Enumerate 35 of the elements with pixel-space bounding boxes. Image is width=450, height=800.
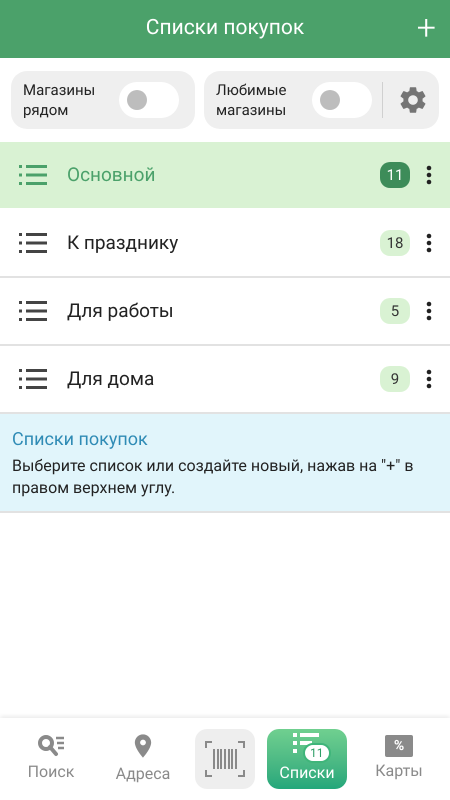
- toggle-switch[interactable]: [312, 82, 372, 118]
- list-name: К празднику: [67, 230, 180, 256]
- list-name: Для дома: [67, 366, 156, 392]
- nav-tab[interactable]: Поиск: [11, 729, 91, 789]
- info-title: Списки покупок: [12, 428, 149, 452]
- count-badge: 11: [303, 743, 330, 763]
- list-icon: [19, 164, 47, 186]
- search-icon: [37, 734, 65, 758]
- more-icon[interactable]: [426, 165, 432, 185]
- count-badge: 11: [380, 162, 410, 188]
- toggle-switch[interactable]: [119, 82, 179, 118]
- more-icon[interactable]: [426, 301, 432, 321]
- list-icon: [293, 733, 321, 755]
- nav-tab[interactable]: % Карты: [359, 729, 439, 789]
- barcode-icon: [205, 741, 245, 777]
- list-icon: [19, 368, 47, 390]
- more-icon[interactable]: [426, 233, 432, 253]
- toggle-label: Магазины рядом: [23, 80, 96, 120]
- count-badge: 18: [380, 230, 410, 256]
- toggle-label: Любимые магазины: [216, 80, 288, 120]
- list-icon: [19, 232, 47, 254]
- screen-title: Списки покупок: [146, 15, 304, 42]
- nav-tab[interactable]: Адреса: [103, 729, 183, 789]
- count-badge: 9: [380, 366, 410, 392]
- more-icon[interactable]: [426, 369, 432, 389]
- barcode-scanner-button[interactable]: [195, 729, 255, 789]
- list-item[interactable]: Основной 11: [0, 142, 450, 210]
- nav-tab[interactable]: 11 Списки: [267, 729, 347, 789]
- add-button[interactable]: +: [416, 8, 436, 48]
- list-name: Для работы: [67, 298, 175, 324]
- count-badge: 5: [380, 298, 410, 324]
- info-text: Выберите список или создайте новый, нажав на "+" в правом верхнем углу.: [12, 455, 414, 499]
- list-icon: [19, 300, 47, 322]
- discount-card-icon: %: [385, 735, 413, 757]
- list-name: Основной: [67, 162, 156, 188]
